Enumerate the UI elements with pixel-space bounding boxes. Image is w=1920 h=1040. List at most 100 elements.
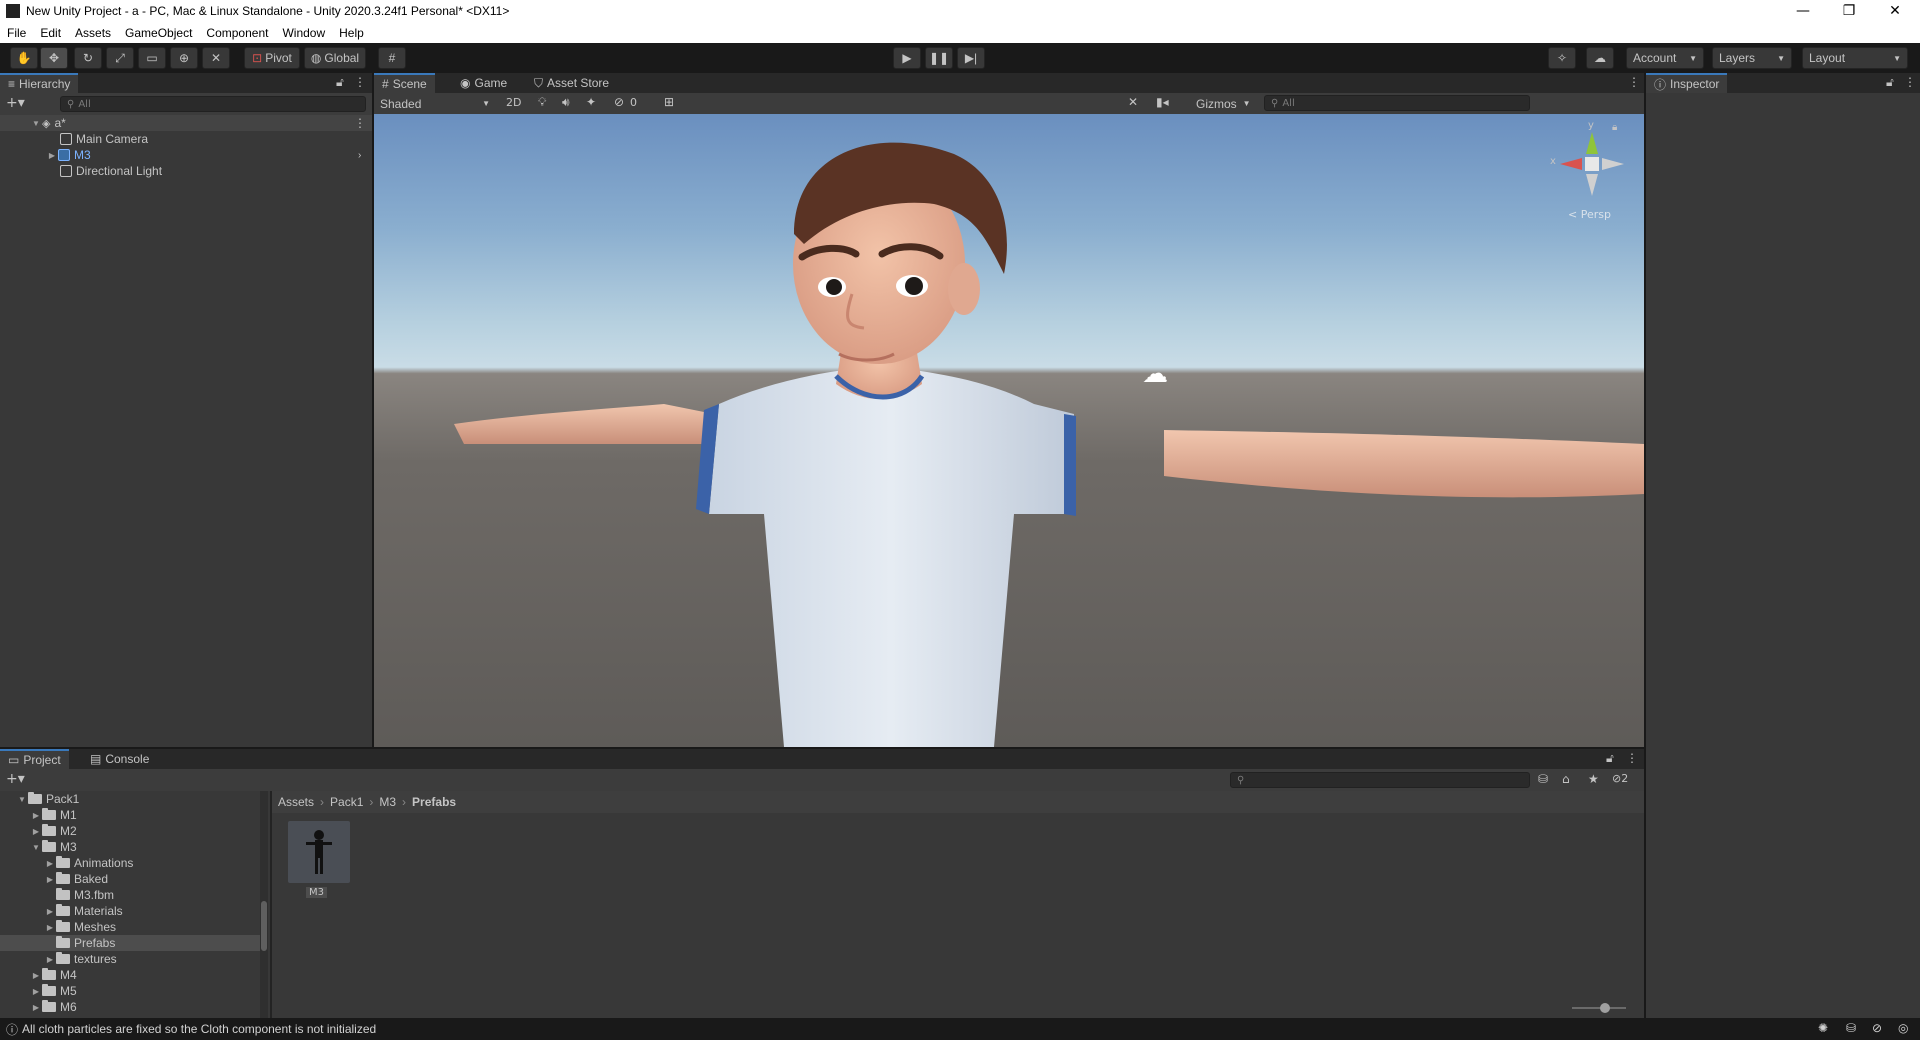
expand-arrow-icon[interactable]: ▶ (44, 955, 56, 964)
chevron-right-icon[interactable]: › (358, 150, 361, 161)
maximize-button[interactable]: ❐ (1826, 0, 1872, 22)
menu-edit[interactable]: Edit (33, 26, 68, 40)
filter-type-icon[interactable]: ⛁ (1538, 772, 1548, 786)
cache-server-icon[interactable]: ⛁ (1846, 1021, 1856, 1035)
lock-icon[interactable]: 🔓︎ (1606, 751, 1614, 766)
asset-tile-m3[interactable]: M3 (288, 821, 350, 901)
pivot-toggle[interactable]: ⊡ Pivot (244, 47, 300, 69)
expand-arrow-icon[interactable]: ▶ (30, 1003, 42, 1012)
autogenerate-lighting-icon[interactable]: ◎ (1898, 1021, 1908, 1035)
kebab-menu-icon[interactable]: ⋮ (1628, 75, 1640, 89)
rect-tool-icon[interactable]: ▭ (138, 47, 166, 69)
expand-arrow-icon[interactable]: ▶ (30, 811, 42, 820)
tab-inspector[interactable]: ⓘ Inspector (1646, 73, 1728, 93)
slider-thumb[interactable] (1600, 1003, 1610, 1013)
lock-icon[interactable]: 🔓︎ (336, 75, 344, 90)
expand-arrow-icon[interactable]: ▶ (30, 971, 42, 980)
tree-item-animations[interactable]: ▶ Animations (0, 855, 268, 871)
kebab-menu-icon[interactable]: ⋮ (1904, 75, 1916, 89)
audio-speaker-icon[interactable]: 🔊︎ (562, 95, 570, 110)
breadcrumb-m3[interactable]: M3 (379, 795, 396, 809)
scale-tool-icon[interactable]: ⤢ (106, 47, 134, 69)
breadcrumb-assets[interactable]: Assets (278, 795, 314, 809)
expand-arrow-icon[interactable]: ▶ (44, 875, 56, 884)
tree-item-baked[interactable]: ▶ Baked (0, 871, 268, 887)
transform-tool-icon[interactable]: ⊕ (170, 47, 198, 69)
progress-icon[interactable]: ⊘ (1872, 1021, 1882, 1035)
menu-assets[interactable]: Assets (68, 26, 118, 40)
status-message[interactable]: All cloth particles are fixed so the Clo… (22, 1022, 376, 1036)
move-tool-icon[interactable]: ✥ (40, 47, 68, 69)
tree-scrollbar[interactable] (260, 791, 268, 1018)
tab-project[interactable]: ▭ Project (0, 749, 69, 769)
visibility-eye-icon[interactable]: ⊘ (614, 95, 624, 109)
menu-help[interactable]: Help (332, 26, 371, 40)
tab-asset-store[interactable]: ⛉ Asset Store (526, 73, 617, 93)
mode-2d-toggle[interactable]: 2D (506, 96, 521, 109)
tree-item-m6[interactable]: ▶ M6 (0, 999, 268, 1015)
expand-arrow-icon[interactable]: ▶ (44, 907, 56, 916)
splitter[interactable] (270, 791, 272, 1018)
bug-icon[interactable]: ✺ (1818, 1021, 1828, 1035)
expand-arrow-icon[interactable]: ▶ (46, 151, 58, 160)
account-dropdown[interactable]: Account ▼ (1626, 47, 1704, 69)
scene-viewport[interactable]: ☁ y x 🔒︎ < Persp (374, 114, 1644, 747)
pause-button[interactable]: ❚❚ (925, 47, 953, 69)
favorite-star-icon[interactable]: ★ (1588, 772, 1599, 786)
grid-snap-icon[interactable]: # (378, 47, 406, 69)
tree-item-m2[interactable]: ▶ M2 (0, 823, 268, 839)
scene-search-input[interactable]: ⚲ All (1264, 95, 1530, 111)
kebab-menu-icon[interactable]: ⋮ (354, 116, 366, 130)
layers-dropdown[interactable]: Layers ▼ (1712, 47, 1792, 69)
expand-arrow-icon[interactable]: ▼ (30, 119, 42, 128)
tree-item-m3[interactable]: ▼ M3 (0, 839, 268, 855)
create-plus-icon[interactable]: +▾ (6, 95, 25, 111)
shading-mode-dropdown[interactable]: Shaded ▼ (376, 95, 494, 112)
tab-hierarchy[interactable]: ≡ Hierarchy (0, 73, 79, 93)
collab-icon[interactable]: ✧ (1548, 47, 1576, 69)
cloud-icon[interactable]: ☁ (1586, 47, 1614, 69)
expand-arrow-icon[interactable]: ▼ (30, 843, 42, 852)
filter-label-icon[interactable]: ⌂ (1562, 772, 1570, 786)
menu-component[interactable]: Component (199, 26, 275, 40)
tree-item-meshes[interactable]: ▶ Meshes (0, 919, 268, 935)
lighting-bulb-icon[interactable]: 💡︎ (538, 95, 546, 110)
tree-item-textures[interactable]: ▶ textures (0, 951, 268, 967)
expand-arrow-icon[interactable]: ▶ (30, 827, 42, 836)
create-plus-icon[interactable]: +▾ (6, 771, 25, 787)
hierarchy-search-input[interactable]: ⚲ All (60, 96, 366, 112)
hand-tool-icon[interactable]: ✋ (10, 47, 38, 69)
layout-dropdown[interactable]: Layout ▼ (1802, 47, 1908, 69)
hidden-packages-toggle[interactable]: ⊘2 (1612, 772, 1628, 785)
tab-console[interactable]: ▤ Console (82, 749, 157, 769)
expand-arrow-icon[interactable]: ▼ (16, 795, 28, 804)
camera-icon[interactable]: ▮◂ (1156, 95, 1169, 109)
lock-icon[interactable]: 🔓︎ (1886, 75, 1894, 90)
menu-window[interactable]: Window (275, 26, 332, 40)
rotate-tool-icon[interactable]: ↻ (74, 47, 102, 69)
expand-arrow-icon[interactable]: ▶ (44, 859, 56, 868)
hierarchy-item-directional-light[interactable]: Directional Light (0, 163, 372, 179)
step-button[interactable]: ▶| (957, 47, 985, 69)
grid-icon[interactable]: ⊞ (664, 95, 674, 109)
camera-gizmo-icon[interactable]: ☁ (1142, 359, 1168, 389)
menu-file[interactable]: File (0, 26, 33, 40)
tree-item-m3-fbm[interactable]: M3.fbm (0, 887, 268, 903)
breadcrumb-pack1[interactable]: Pack1 (330, 795, 363, 809)
hierarchy-item-main-camera[interactable]: Main Camera (0, 131, 372, 147)
project-search-input[interactable]: ⚲ (1230, 772, 1530, 788)
tree-item-pack1[interactable]: ▼ Pack1 (0, 791, 268, 807)
tree-item-m5[interactable]: ▶ M5 (0, 983, 268, 999)
orientation-gizmo[interactable]: y x 🔒︎ < Persp (1550, 120, 1632, 224)
close-button[interactable]: ✕ (1872, 0, 1918, 22)
breadcrumb-prefabs[interactable]: Prefabs (412, 795, 456, 809)
minimize-button[interactable]: — (1780, 0, 1826, 22)
global-toggle[interactable]: ◍ Global (304, 47, 366, 69)
play-button[interactable]: ▶ (893, 47, 921, 69)
kebab-menu-icon[interactable]: ⋮ (354, 75, 366, 89)
kebab-menu-icon[interactable]: ⋮ (1626, 751, 1638, 765)
tab-scene[interactable]: # Scene (374, 73, 435, 93)
gizmos-dropdown[interactable]: Gizmos ▼ (1196, 95, 1251, 112)
custom-tool-icon[interactable]: ✕ (202, 47, 230, 69)
tree-scrollbar-thumb[interactable] (261, 901, 267, 951)
